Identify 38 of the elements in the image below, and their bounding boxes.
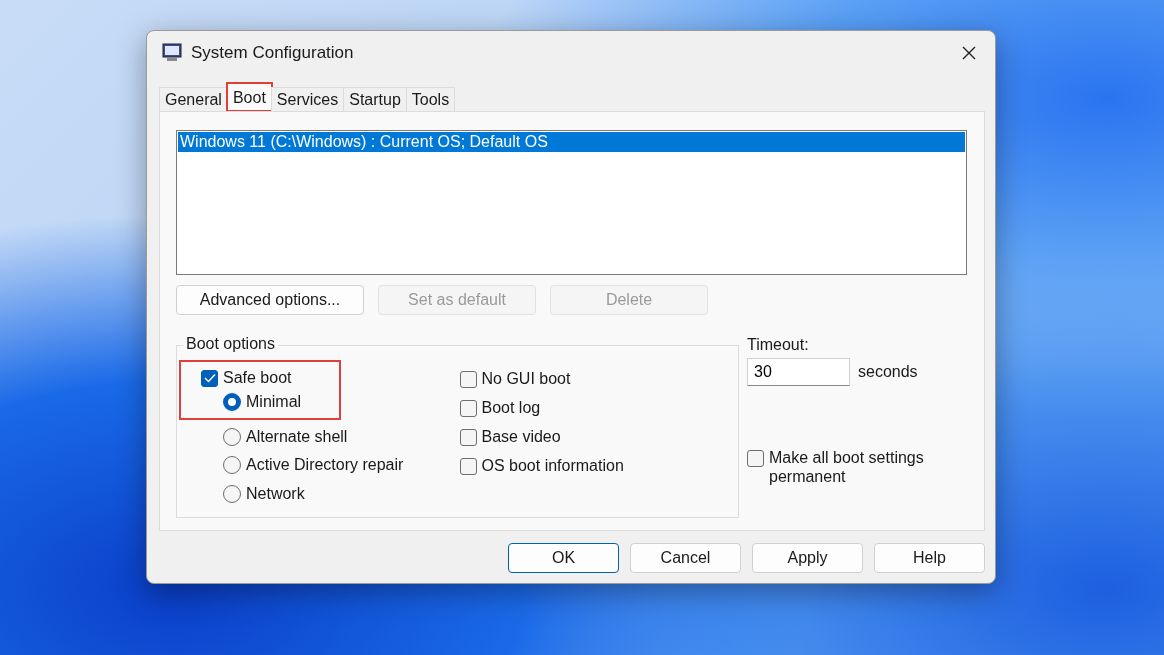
window-title: System Configuration	[191, 43, 354, 63]
tab[interactable]: Startup	[343, 87, 407, 111]
radio-label: Alternate shell	[246, 427, 348, 446]
close-icon[interactable]	[961, 45, 977, 61]
group-label: Boot options	[183, 335, 278, 353]
timeout-field[interactable]: 30	[747, 358, 850, 386]
radio-label: Active Directory repair	[246, 456, 404, 474]
radio-label: Network	[246, 484, 305, 503]
list-button[interactable]: Advanced options...	[176, 285, 364, 315]
checkbox[interactable]	[747, 450, 764, 467]
tab[interactable]: General	[159, 87, 228, 111]
computer-icon	[161, 43, 183, 63]
checkbox-label: No GUI boot	[481, 370, 571, 388]
checkbox-label: Safe boot	[223, 369, 292, 387]
tab[interactable]: Services	[270, 87, 345, 111]
checkbox-label: Boot log	[481, 399, 541, 417]
dialog-button[interactable]: Cancel	[630, 543, 741, 573]
radio-button[interactable]	[223, 393, 241, 411]
checkbox-label: Make all boot settings permanent	[769, 448, 925, 486]
dialog-button[interactable]: Help	[874, 543, 985, 573]
checkbox-label: OS boot information	[481, 457, 624, 475]
checkbox[interactable]	[459, 428, 477, 446]
checkbox-label: Base video	[481, 428, 561, 446]
radio-label: Minimal	[246, 393, 302, 411]
timeout-label: Timeout:	[747, 336, 810, 354]
radio-button[interactable]	[223, 427, 241, 446]
checkbox[interactable]	[459, 457, 477, 475]
tab[interactable]: Boot	[226, 83, 272, 111]
radio-button[interactable]	[223, 484, 241, 503]
tab[interactable]: Tools	[405, 87, 456, 111]
os-list-item[interactable]: Windows 11 (C:\Windows) : Current OS; Default OS	[178, 132, 965, 152]
checkbox[interactable]	[201, 369, 218, 387]
radio-button[interactable]	[223, 456, 241, 474]
unit-label: seconds	[858, 363, 918, 381]
dialog-button[interactable]: OK	[508, 543, 619, 573]
checkbox[interactable]	[459, 370, 477, 388]
checkbox[interactable]	[459, 399, 477, 417]
dialog-button[interactable]: Apply	[752, 543, 863, 573]
